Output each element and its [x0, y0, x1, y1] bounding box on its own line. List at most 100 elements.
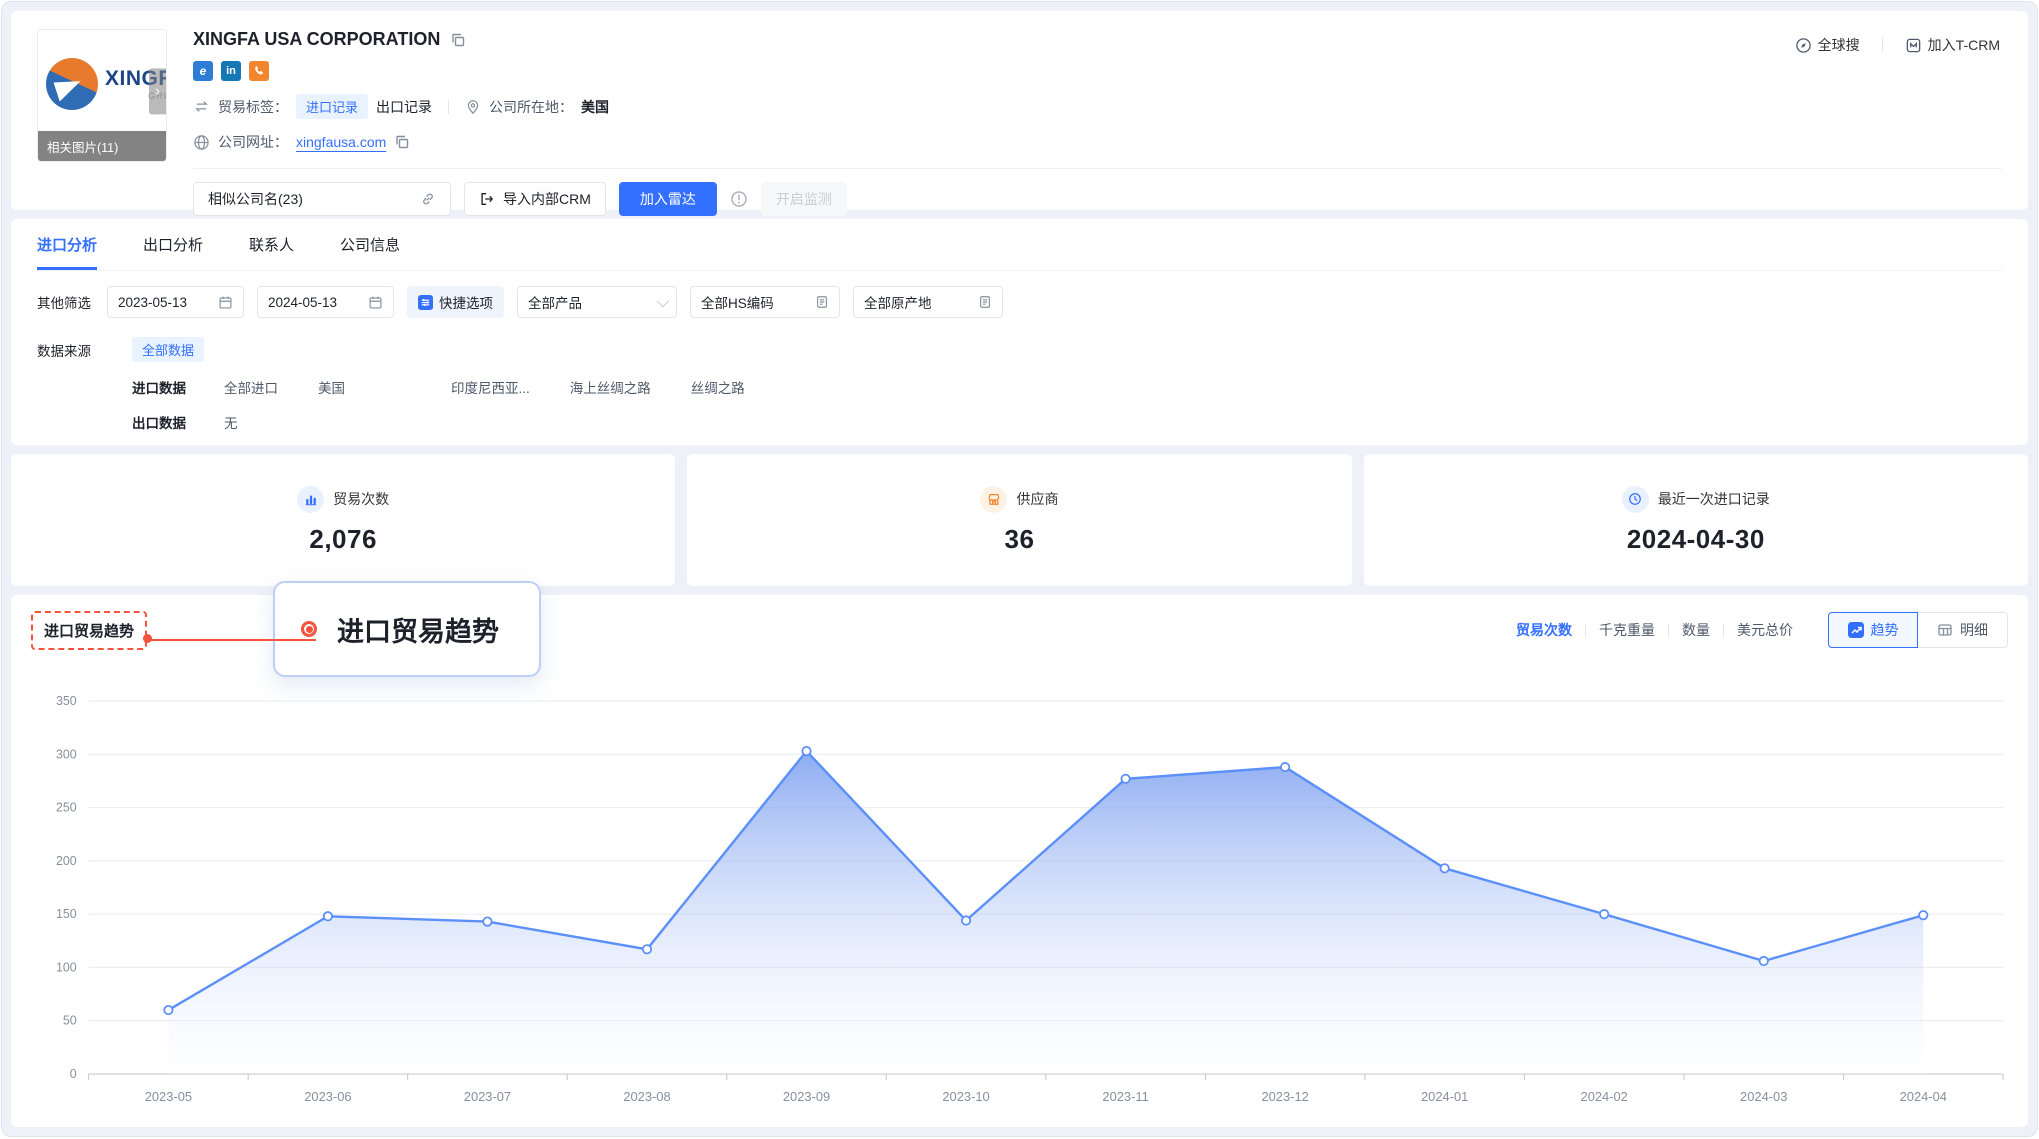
list-doc-icon — [815, 295, 829, 309]
swap-arrows-icon — [193, 98, 210, 115]
stats-row: 贸易次数 2,076 供应商 36 最近一次进口记录 2024-04-30 — [11, 454, 2028, 586]
tag-export-records[interactable]: 出口记录 — [376, 97, 432, 117]
copy-icon[interactable] — [394, 134, 410, 150]
svg-text:2023-05: 2023-05 — [145, 1089, 192, 1104]
sliders-icon — [418, 295, 433, 310]
toggle-trend-label: 趋势 — [1871, 620, 1899, 640]
phone-icon[interactable] — [249, 61, 269, 81]
website-icon[interactable]: e — [193, 61, 213, 81]
svg-text:0: 0 — [70, 1067, 77, 1081]
bar-chart-icon — [297, 486, 324, 513]
svg-text:2023-12: 2023-12 — [1261, 1089, 1308, 1104]
date-to-input[interactable]: 2024-05-13 — [257, 286, 394, 318]
tab-export-analysis[interactable]: 出口分析 — [143, 219, 203, 270]
location-pin-icon — [465, 99, 481, 115]
source-item-silk-road[interactable]: 丝绸之路 — [691, 377, 745, 397]
tab-contacts[interactable]: 联系人 — [249, 219, 294, 270]
company-name: XINGFA USA CORPORATION — [193, 29, 440, 50]
join-tcrm-button[interactable]: 加入T-CRM — [1905, 35, 2000, 55]
tab-company-info[interactable]: 公司信息 — [340, 219, 400, 270]
import-crm-button[interactable]: 导入内部CRM — [464, 182, 606, 216]
location-value: 美国 — [581, 97, 609, 117]
globe-icon — [193, 134, 210, 151]
quick-options-button[interactable]: 快捷选项 — [407, 286, 504, 318]
metric-quantity[interactable]: 数量 — [1669, 620, 1723, 640]
product-select[interactable]: 全部产品 — [517, 286, 677, 318]
metric-usd-total[interactable]: 美元总价 — [1724, 620, 1806, 640]
info-icon[interactable] — [730, 190, 748, 208]
calendar-icon — [218, 295, 233, 310]
source-item-indonesia[interactable]: 印度尼西亚... — [451, 377, 530, 397]
similar-companies-button[interactable]: 相似公司名(23) — [193, 182, 451, 216]
export-data-label: 出口数据 — [132, 412, 186, 432]
svg-text:350: 350 — [56, 694, 77, 708]
join-tcrm-label: 加入T-CRM — [1928, 35, 2000, 55]
origin-value: 全部原产地 — [864, 292, 932, 312]
clock-icon — [1622, 486, 1649, 513]
thumbnail-next-chevron-icon[interactable]: › — [149, 68, 166, 114]
calendar-icon — [368, 295, 383, 310]
ring-target-icon — [301, 621, 317, 637]
tag-import-records[interactable]: 进口记录 — [296, 94, 368, 119]
trade-label: 贸易标签： — [218, 97, 288, 117]
chevron-down-icon — [657, 294, 670, 307]
all-data-tag[interactable]: 全部数据 — [132, 337, 204, 362]
svg-text:2023-09: 2023-09 — [783, 1089, 830, 1104]
stat-value-latest-import: 2024-04-30 — [1627, 524, 1765, 555]
annotation-text: 进口贸易趋势 — [337, 610, 499, 649]
page: XINGFA GROUP › 相关图片(11) XINGFA USA CORPO… — [1, 1, 2038, 1137]
crm-icon — [1905, 37, 1922, 54]
date-from-value: 2023-05-13 — [118, 295, 187, 310]
annotation-tooltip: 进口贸易趋势 — [273, 581, 541, 677]
stat-card-suppliers: 供应商 36 — [687, 454, 1351, 586]
copy-icon[interactable] — [450, 32, 466, 48]
location-label: 公司所在地： — [489, 97, 573, 117]
hs-code-value: 全部HS编码 — [701, 292, 774, 312]
svg-text:2023-11: 2023-11 — [1102, 1089, 1148, 1104]
svg-text:2023-08: 2023-08 — [623, 1089, 670, 1104]
svg-text:50: 50 — [63, 1014, 77, 1028]
toggle-detail-label: 明细 — [1960, 620, 1988, 640]
global-search-button[interactable]: 全球搜 — [1795, 35, 1860, 55]
stat-card-trade-count: 贸易次数 2,076 — [11, 454, 675, 586]
company-logo: XINGFA GROUP — [46, 58, 166, 110]
stat-value-suppliers: 36 — [1005, 524, 1035, 555]
toggle-detail-view[interactable]: 明细 — [1918, 612, 2008, 648]
divider — [193, 168, 2002, 169]
svg-text:2023-06: 2023-06 — [304, 1089, 351, 1104]
source-item-maritime-silk-road[interactable]: 海上丝绸之路 — [570, 377, 651, 397]
source-item-usa[interactable]: 美国 — [318, 377, 345, 397]
svg-text:250: 250 — [56, 801, 77, 815]
toggle-trend-view[interactable]: 趋势 — [1828, 612, 1918, 648]
linkedin-icon[interactable]: in — [221, 61, 241, 81]
source-item-all-import[interactable]: 全部进口 — [224, 377, 278, 397]
website-link[interactable]: xingfausa.com — [296, 134, 386, 150]
other-filters-label: 其他筛选 — [37, 292, 91, 312]
stat-value-trade-count: 2,076 — [309, 524, 377, 555]
company-image-thumbnail[interactable]: XINGFA GROUP › 相关图片(11) — [37, 29, 167, 162]
start-monitoring-button[interactable]: 开启监测 — [761, 182, 847, 216]
company-header-card: XINGFA GROUP › 相关图片(11) XINGFA USA CORPO… — [11, 11, 2028, 210]
hs-code-select[interactable]: 全部HS编码 — [690, 286, 840, 318]
add-radar-button[interactable]: 加入雷达 — [619, 182, 717, 216]
origin-select[interactable]: 全部原产地 — [853, 286, 1003, 318]
global-search-label: 全球搜 — [1818, 35, 1860, 55]
svg-text:2024-02: 2024-02 — [1581, 1089, 1628, 1104]
stat-label: 贸易次数 — [333, 489, 389, 509]
related-images-label[interactable]: 相关图片(11) — [38, 131, 166, 161]
metric-trade-count[interactable]: 贸易次数 — [1503, 620, 1585, 640]
import-trend-chart[interactable]: 0501001502002503003502023-052023-062023-… — [31, 659, 2008, 1111]
divider — [448, 100, 449, 114]
svg-text:100: 100 — [56, 960, 77, 974]
view-toggle: 趋势 明细 — [1828, 612, 2008, 648]
import-data-label: 进口数据 — [132, 377, 186, 397]
stat-label: 供应商 — [1016, 489, 1058, 509]
tab-import-analysis[interactable]: 进口分析 — [37, 219, 97, 270]
divider — [1882, 38, 1883, 52]
date-from-input[interactable]: 2023-05-13 — [107, 286, 244, 318]
shop-icon — [980, 486, 1007, 513]
svg-text:300: 300 — [56, 747, 77, 761]
svg-text:2023-10: 2023-10 — [942, 1089, 989, 1104]
metric-kg-weight[interactable]: 千克重量 — [1586, 620, 1668, 640]
import-crm-label: 导入内部CRM — [503, 189, 591, 209]
